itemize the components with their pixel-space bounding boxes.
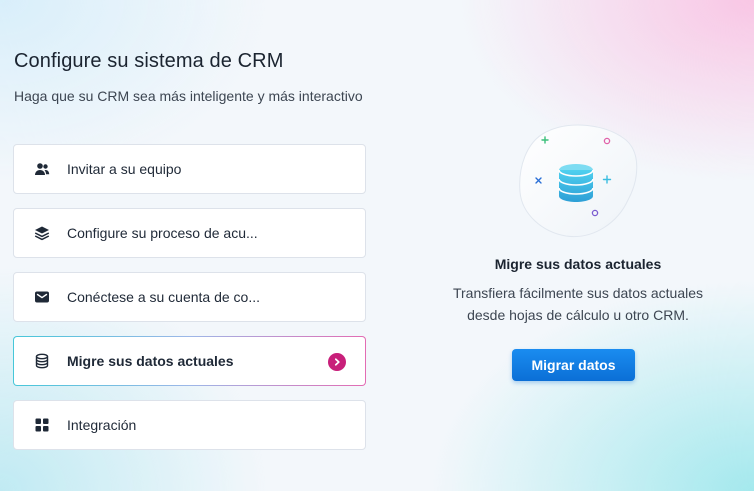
step-label: Invitar a su equipo xyxy=(67,161,182,177)
detail-description-line: Transfiera fácilmente sus datos actuales xyxy=(452,285,704,301)
step-label: Configure su proceso de acu... xyxy=(67,225,258,241)
grid-icon xyxy=(33,416,51,434)
layers-icon xyxy=(33,224,51,242)
database-icon xyxy=(33,352,51,370)
step-label: Conéctese a su cuenta de co... xyxy=(67,289,261,305)
chevron-right-icon[interactable] xyxy=(328,353,346,371)
migrate-data-button[interactable]: Migrar datos xyxy=(512,349,635,381)
step-integration[interactable]: Integración xyxy=(13,400,366,450)
database-illustration xyxy=(508,118,648,248)
detail-description: Transfiera fácilmente sus datos actuales… xyxy=(400,282,754,326)
users-icon xyxy=(33,160,51,178)
step-label: Migre sus datos actuales xyxy=(67,353,234,369)
detail-title: Migre sus datos actuales xyxy=(494,256,662,272)
step-connect-email[interactable]: Conéctese a su cuenta de co... xyxy=(13,272,366,322)
step-label: Integración xyxy=(67,417,137,433)
step-invite-team[interactable]: Invitar a su equipo xyxy=(13,144,366,194)
page-title: Configure su sistema de CRM xyxy=(14,50,284,72)
step-migrate-data[interactable]: Migre sus datos actuales xyxy=(13,336,366,386)
page-subtitle: Haga que su CRM sea más inteligente y má… xyxy=(14,88,363,104)
detail-description-line: desde hojas de cálculo u otro CRM. xyxy=(467,307,689,323)
step-sales-process[interactable]: Configure su proceso de acu... xyxy=(13,208,366,258)
mail-icon xyxy=(33,288,51,306)
